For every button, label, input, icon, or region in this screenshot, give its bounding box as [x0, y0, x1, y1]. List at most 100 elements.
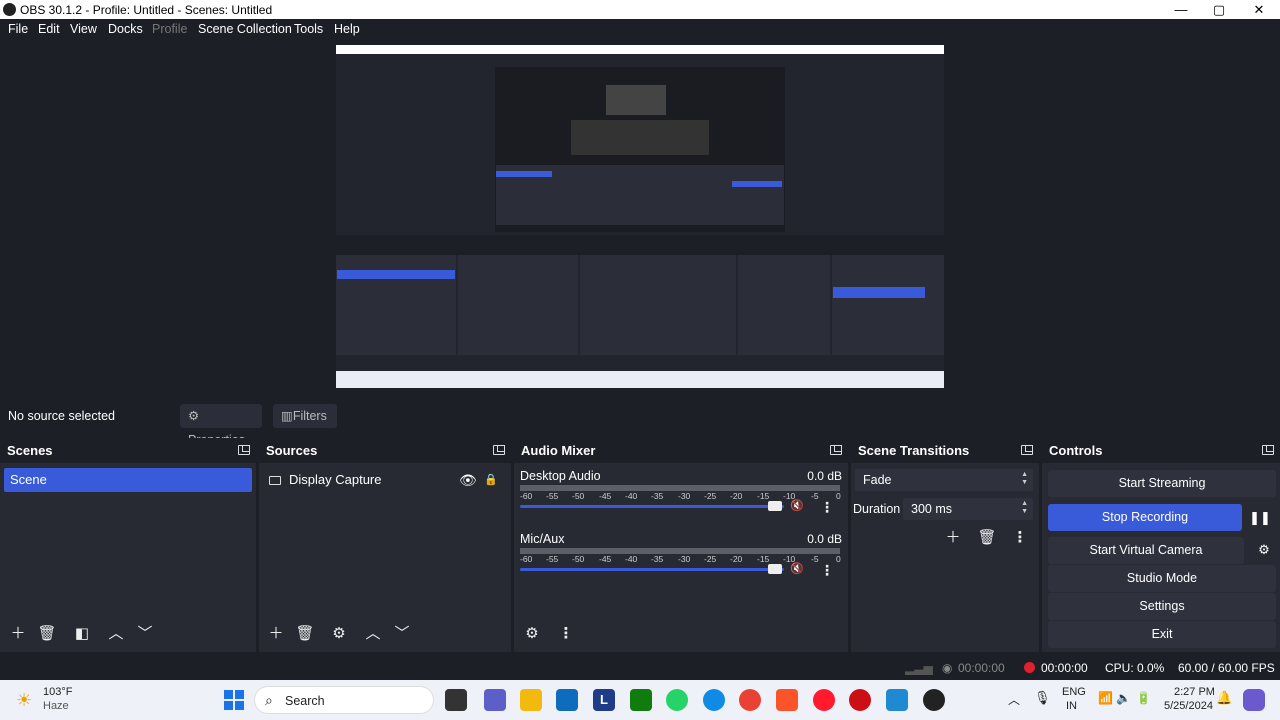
windows-taskbar: ☀ 103°F Haze ⌕ Search L ︿ 🎙 ENG IN 📶 🔈 🔋… — [0, 680, 1280, 720]
preview-canvas[interactable] — [336, 45, 944, 388]
record-icon — [1024, 662, 1035, 673]
audio-mixer-dock: Audio Mixer Desktop Audio 0.0 dB -60 -55-… — [514, 438, 848, 652]
start-streaming-button[interactable]: Start Streaming — [1048, 470, 1276, 497]
language-primary[interactable]: ENG — [1062, 686, 1086, 698]
undock-icon[interactable] — [1262, 445, 1274, 455]
source-item[interactable]: Display Capture 👁 🔒 — [269, 468, 499, 492]
close-button[interactable]: ✕ — [1240, 0, 1278, 19]
undock-icon[interactable] — [493, 445, 505, 455]
scene-filters-icon[interactable]: ◧ — [70, 622, 94, 646]
add-source-icon[interactable]: ＋ — [264, 622, 288, 646]
teams-icon[interactable] — [484, 689, 506, 711]
wifi-icon[interactable]: 📶 — [1098, 691, 1113, 705]
filters-button[interactable]: ▥Filters — [273, 404, 337, 428]
stream-icon: ◉ — [942, 661, 953, 675]
menu-edit[interactable]: Edit — [38, 22, 60, 36]
mute-icon[interactable]: 🔇 — [790, 562, 804, 575]
chrome-icon[interactable] — [739, 689, 761, 711]
undock-icon[interactable] — [830, 445, 842, 455]
opera-gx-icon[interactable] — [813, 689, 835, 711]
copilot-icon[interactable] — [1243, 689, 1265, 711]
menu-tools[interactable]: Tools — [294, 22, 323, 36]
transition-menu-icon[interactable]: ⋮ — [1008, 526, 1032, 550]
studio-mode-button[interactable]: Studio Mode — [1048, 565, 1276, 592]
cpu-usage: CPU: 0.0% — [1105, 661, 1165, 675]
menu-help[interactable]: Help — [334, 22, 360, 36]
taskbar-search[interactable]: ⌕ Search — [254, 686, 434, 714]
settings-button[interactable]: Settings — [1048, 593, 1276, 620]
channel-menu-icon[interactable]: ⋮ — [820, 562, 834, 579]
windows-start-icon[interactable] — [224, 690, 244, 710]
clock-time[interactable]: 2:27 PM — [1174, 686, 1215, 698]
move-up-icon[interactable]: ︿ — [361, 622, 385, 646]
whatsapp-icon[interactable] — [666, 689, 688, 711]
menu-file[interactable]: File — [8, 22, 28, 36]
edge-icon[interactable] — [703, 689, 725, 711]
obs-taskbar-icon[interactable] — [923, 689, 945, 711]
transition-select[interactable]: Fade ▲ ▼ — [855, 469, 1033, 491]
stop-recording-button[interactable]: Stop Recording — [1048, 504, 1242, 531]
remove-scene-icon[interactable]: 🗑 — [35, 622, 59, 646]
spinner-icon: ▲ ▼ — [1021, 500, 1028, 515]
minimize-button[interactable]: — — [1162, 0, 1200, 19]
app-l-icon[interactable]: L — [593, 689, 615, 711]
volume-slider[interactable] — [520, 505, 784, 508]
pause-recording-icon[interactable]: ❚❚ — [1248, 507, 1272, 529]
mute-icon[interactable]: 🔇 — [790, 499, 804, 512]
notification-bell-icon[interactable]: 🔔 — [1216, 690, 1232, 706]
move-down-icon[interactable]: ﹀ — [133, 622, 157, 646]
vscode-icon[interactable] — [886, 689, 908, 711]
duration-input[interactable]: 300 ms ▲ ▼ — [903, 498, 1033, 520]
battery-icon[interactable]: 🔋 — [1136, 691, 1151, 705]
exit-button[interactable]: Exit — [1048, 621, 1276, 648]
scene-item[interactable]: Scene — [4, 468, 252, 492]
xbox-icon[interactable] — [630, 689, 652, 711]
menu-scene-collection[interactable]: Scene Collection — [198, 22, 292, 36]
opera-icon[interactable] — [849, 689, 871, 711]
scenes-title: Scenes — [7, 443, 53, 458]
clock-date: 5/25/2024 — [1164, 700, 1213, 712]
mixer-menu-icon[interactable]: ⋮ — [554, 622, 578, 646]
channel-db: 0.0 dB — [807, 532, 842, 546]
brave-icon[interactable] — [776, 689, 798, 711]
store-icon[interactable] — [556, 689, 578, 711]
menu-docks[interactable]: Docks — [108, 22, 143, 36]
advanced-audio-icon[interactable]: ⚙ — [520, 622, 544, 646]
volume-icon[interactable]: 🔈 — [1116, 691, 1131, 705]
volume-slider-handle[interactable] — [768, 564, 782, 574]
task-view-icon[interactable] — [445, 689, 467, 711]
menu-view[interactable]: View — [70, 22, 97, 36]
chevron-up-icon[interactable]: ︿ — [1008, 691, 1020, 708]
add-transition-icon[interactable]: ＋ — [941, 526, 965, 550]
weather-temp[interactable]: 103°F — [43, 686, 72, 698]
virtual-camera-settings-icon[interactable]: ⚙ — [1254, 539, 1274, 561]
source-item-label: Display Capture — [289, 472, 382, 487]
selected-source-status: No source selected — [8, 409, 116, 423]
language-secondary: IN — [1066, 700, 1077, 712]
volume-slider-handle[interactable] — [768, 501, 782, 511]
maximize-button[interactable]: ▢ — [1200, 0, 1238, 19]
undock-icon[interactable] — [1021, 445, 1033, 455]
scene-transitions-title: Scene Transitions — [858, 443, 970, 458]
weather-icon: ☀ — [16, 690, 33, 710]
channel-name: Mic/Aux — [520, 532, 565, 546]
lock-icon[interactable]: 🔒 — [484, 468, 498, 492]
remove-source-icon[interactable]: 🗑 — [293, 622, 317, 646]
properties-button[interactable]: ⚙ Properties — [180, 404, 262, 447]
undock-icon[interactable] — [238, 445, 250, 455]
filters-label: Filters — [292, 409, 327, 423]
move-up-icon[interactable]: ︿ — [104, 622, 128, 646]
preview-taskbar — [336, 371, 944, 388]
volume-slider[interactable] — [520, 568, 784, 571]
microphone-icon[interactable]: 🎙 — [1034, 690, 1051, 706]
remove-transition-icon[interactable]: 🗑 — [975, 526, 999, 550]
menu-profile[interactable]: Profile — [152, 22, 187, 36]
add-scene-icon[interactable]: ＋ — [6, 622, 30, 646]
menu-bar: File Edit View Docks Profile Scene Colle… — [0, 19, 1280, 40]
file-explorer-icon[interactable] — [520, 689, 542, 711]
start-virtual-camera-button[interactable]: Start Virtual Camera — [1048, 537, 1244, 564]
source-properties-icon[interactable]: ⚙ — [327, 622, 351, 646]
channel-menu-icon[interactable]: ⋮ — [820, 499, 834, 516]
move-down-icon[interactable]: ﹀ — [390, 622, 414, 646]
eye-icon[interactable]: 👁 — [459, 468, 477, 492]
